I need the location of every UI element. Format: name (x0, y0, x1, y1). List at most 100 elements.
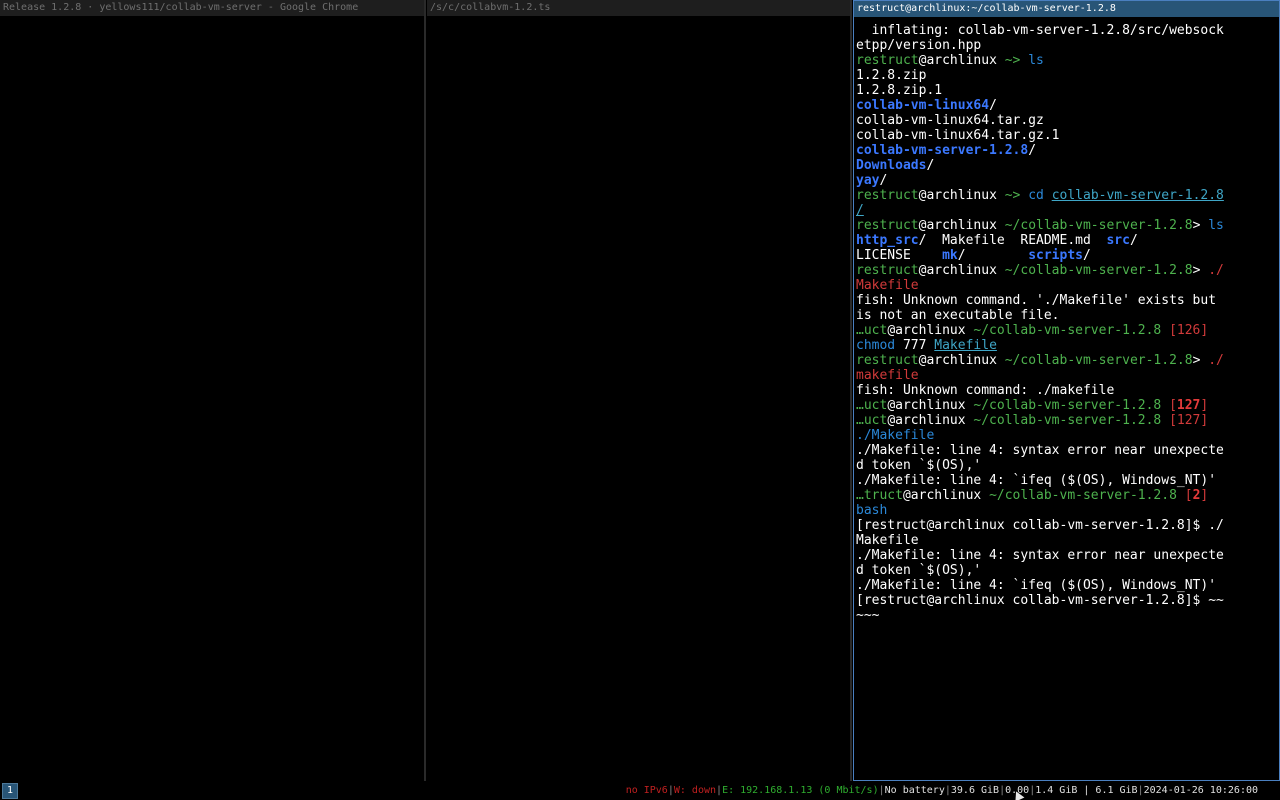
terminal-text-segment: collab-vm-linux64.tar.gz.1 (856, 128, 1060, 143)
terminal-line: collab-vm-linux64.tar.gz.1 (856, 128, 1279, 143)
terminal-text-segment: yay (856, 173, 880, 188)
terminal-text-segment: chmod (856, 338, 903, 353)
terminal-text-segment: @archlinux (918, 218, 1005, 233)
terminal-line: 1.2.8.zip.1 (856, 83, 1279, 98)
terminal-text-segment: 127 (1176, 398, 1201, 413)
terminal-text-segment: collab-vm-linux64.tar.gz (856, 113, 1044, 128)
status-item: 1.4 GiB | 6.1 GiB (1035, 785, 1138, 796)
terminal-text-segment: [restruct@archlinux collab-vm-server-1.2… (856, 593, 1224, 608)
terminal-text-segment: ./Makefile: line 4: `ifeq ($(OS), Window… (856, 578, 1217, 593)
terminal-window[interactable]: restruct@archlinux:~/collab-vm-server-1.… (853, 0, 1280, 781)
terminal-text-segment: ~/collab-vm-server-1.2.8 (989, 488, 1185, 503)
terminal-line: restruct@archlinux ~> ls (856, 53, 1279, 68)
terminal-text-segment: restruct (856, 263, 919, 278)
status-item: E: 192.168.1.13 (0 Mbit/s) (722, 785, 879, 796)
terminal-text-segment: > (1192, 353, 1209, 368)
terminal-text-segment: ~/collab-vm-server-1.2.8 (973, 323, 1170, 338)
terminal-text-segment: ./Makefile (856, 428, 935, 443)
terminal-text-segment: http_src (856, 233, 919, 248)
terminal-text-segment: ~/collab-vm-server-1.2.8 (1004, 263, 1193, 278)
terminal-text-segment: …uct (856, 413, 888, 428)
terminal-line: …uct@archlinux ~/collab-vm-server-1.2.8 … (856, 323, 1279, 338)
terminal-line: makefile (856, 368, 1279, 383)
terminal-text-segment: restruct (856, 218, 919, 233)
terminal-text-segment: d token `$(OS),' (856, 458, 982, 473)
terminal-line: chmod 777 Makefile (856, 338, 1279, 353)
status-item: W: down (673, 785, 717, 796)
terminal-text-segment: 777 (902, 338, 935, 353)
terminal-text-segment: > (1192, 218, 1209, 233)
terminal-output[interactable]: inflating: collab-vm-server-1.2.8/src/we… (855, 17, 1279, 780)
terminal-line: fish: Unknown command. './Makefile' exis… (856, 293, 1279, 308)
terminal-line: …uct@archlinux ~/collab-vm-server-1.2.8 … (856, 413, 1279, 428)
terminal-text-segment: inflating: collab-vm-server-1.2.8/src/we… (856, 23, 1224, 38)
terminal-line: collab-vm-linux64.tar.gz (856, 113, 1279, 128)
terminal-text-segment: etpp/version.hpp (856, 38, 982, 53)
terminal-text-segment: @archlinux (918, 353, 1005, 368)
terminal-line: Makefile (856, 533, 1279, 548)
terminal-text-segment: / (1028, 143, 1037, 158)
editor-window-content[interactable] (427, 16, 850, 781)
terminal-text-segment: @archlinux (887, 398, 974, 413)
terminal-line: restruct@archlinux ~/collab-vm-server-1.… (856, 263, 1279, 278)
terminal-text-segment: @archlinux (887, 413, 974, 428)
terminal-text-segment: ~> (1004, 188, 1029, 203)
terminal-line: is not an executable file. (856, 308, 1279, 323)
terminal-text-segment[interactable]: / (856, 203, 864, 218)
terminal-text-segment: is not an executable file. (856, 308, 1060, 323)
terminal-text-segment: Makefile (856, 278, 919, 293)
status-item: 2024-01-26 10:26:00 (1143, 785, 1258, 796)
terminal-text-segment[interactable]: Makefile (934, 338, 997, 353)
terminal-text-segment: …truct (856, 488, 903, 503)
status-items: no IPv6|W: down|E: 192.168.1.13 (0 Mbit/… (626, 781, 1258, 800)
editor-window[interactable]: /s/c/collabvm-1.2.ts (427, 0, 852, 781)
terminal-text-segment: bash (856, 503, 888, 518)
terminal-line: d token `$(OS),' (856, 563, 1279, 578)
terminal-text-segment: LICENSE (856, 248, 943, 263)
terminal-line: etpp/version.hpp (856, 38, 1279, 53)
terminal-text-segment: …uct (856, 323, 888, 338)
terminal-window-title[interactable]: restruct@archlinux:~/collab-vm-server-1.… (854, 1, 1279, 17)
terminal-text-segment: [restruct@archlinux collab-vm-server-1.2… (856, 518, 1224, 533)
terminal-line: Makefile (856, 278, 1279, 293)
terminal-text-segment: 1.2.8.zip (856, 68, 927, 83)
chrome-window[interactable]: Release 1.2.8 · yellows111/collab-vm-ser… (0, 0, 426, 781)
terminal-text-segment: / (1129, 233, 1138, 248)
terminal-text-segment: Downloads (856, 158, 927, 173)
terminal-text-segment: 1.2.8.zip.1 (856, 83, 943, 98)
chrome-window-title[interactable]: Release 1.2.8 · yellows111/collab-vm-ser… (0, 0, 424, 16)
terminal-line: ./Makefile: line 4: `ifeq ($(OS), Window… (856, 473, 1279, 488)
status-item: 39.6 GiB (950, 785, 1000, 796)
terminal-line: http_src/ Makefile README.md src/ (856, 233, 1279, 248)
chrome-window-content[interactable] (0, 16, 424, 781)
terminal-text-segment: cd (1028, 188, 1052, 203)
terminal-text-segment: d token `$(OS),' (856, 563, 982, 578)
terminal-text-segment: collab-vm-linux64 (856, 98, 990, 113)
terminal-line: …truct@archlinux ~/collab-vm-server-1.2.… (856, 488, 1279, 503)
terminal-text-segment: [ (1169, 398, 1177, 413)
terminal-line: collab-vm-server-1.2.8/ (856, 143, 1279, 158)
editor-window-title[interactable]: /s/c/collabvm-1.2.ts (427, 0, 850, 16)
terminal-text-segment: scripts (1028, 248, 1083, 263)
terminal-text-segment: [126] (1169, 323, 1209, 338)
terminal-text-segment: @archlinux (887, 323, 974, 338)
terminal-text-segment: restruct (856, 353, 919, 368)
terminal-text-segment: collab-vm-server-1.2.8 (856, 143, 1029, 158)
terminal-text-segment[interactable]: collab-vm-server-1.2.8 (1052, 188, 1224, 203)
terminal-text-segment: ./ (1208, 263, 1224, 278)
workspace-button[interactable]: 1 (2, 783, 18, 799)
terminal-line: restruct@archlinux ~> cd collab-vm-serve… (856, 188, 1279, 203)
terminal-line: ./Makefile (856, 428, 1279, 443)
terminal-text-segment: ] (1200, 488, 1209, 503)
terminal-line: 1.2.8.zip (856, 68, 1279, 83)
terminal-text-segment: @archlinux (902, 488, 990, 503)
terminal-line: ./Makefile: line 4: syntax error near un… (856, 443, 1279, 458)
terminal-text-segment: [ (1184, 488, 1193, 503)
terminal-line: [restruct@archlinux collab-vm-server-1.2… (856, 518, 1279, 533)
terminal-text-segment: / (957, 248, 1029, 263)
terminal-line: restruct@archlinux ~/collab-vm-server-1.… (856, 353, 1279, 368)
terminal-text-segment: fish: Unknown command. './Makefile' exis… (856, 293, 1217, 308)
terminal-text-segment: ./Makefile: line 4: syntax error near un… (856, 548, 1224, 563)
terminal-text-segment: restruct (856, 188, 919, 203)
terminal-text-segment: makefile (856, 368, 919, 383)
